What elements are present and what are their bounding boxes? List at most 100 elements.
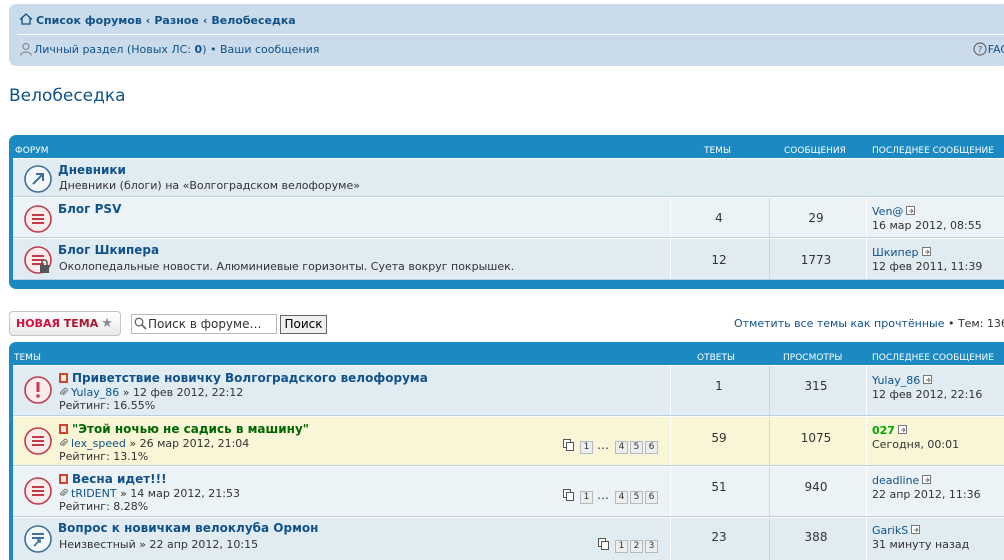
last-post-author[interactable]: Ven@ xyxy=(872,205,903,218)
topic-title[interactable]: Вопрос к новичкам велоклуба Ормон xyxy=(58,521,318,535)
pages-icon xyxy=(563,439,574,451)
last-post-time: 12 фев 2011, 11:39 xyxy=(872,260,983,273)
col-posts-header: СООБЩЕНИЯ xyxy=(784,146,846,156)
page-link[interactable]: 6 xyxy=(645,441,658,454)
col-divider xyxy=(769,417,770,465)
last-post: Ven@ 16 мар 2012, 08:55 xyxy=(872,205,982,233)
view-last-post-icon[interactable] xyxy=(921,247,932,257)
topic-sticky-icon xyxy=(24,427,52,455)
breadcrumb-forum-list[interactable]: Список форумов xyxy=(36,14,142,27)
page-link[interactable]: 3 xyxy=(645,540,658,553)
view-last-post-icon[interactable] xyxy=(906,206,916,216)
page-link[interactable]: 1 xyxy=(615,540,628,553)
bullet-separator: • xyxy=(210,43,217,56)
col-topics-header: ТЕМЫ xyxy=(704,146,731,156)
last-post-time: 16 мар 2012, 08:55 xyxy=(872,219,982,232)
mark-read-link[interactable]: Отметить все темы как прочтённые xyxy=(734,317,944,330)
view-last-post-icon[interactable] xyxy=(923,375,933,385)
last-post: deadline 22 апр 2012, 11:36 xyxy=(872,474,981,502)
page-link[interactable]: 1 xyxy=(580,441,593,454)
star-icon: ★ xyxy=(101,316,113,331)
forum-description: Околопедальные новости. Алюминиевые гори… xyxy=(59,260,515,273)
pages-ellipsis: … xyxy=(597,488,609,502)
last-post-author[interactable]: Yulay_86 xyxy=(872,374,920,387)
new-topic-button[interactable]: НОВАЯ ТЕМА ★ xyxy=(9,311,121,336)
topic-title-line: "Этой ночью не садись в машину" xyxy=(59,422,309,436)
search-button[interactable]: Поиск xyxy=(280,315,327,334)
topic-title[interactable]: Весна идет!!! xyxy=(72,472,167,486)
col-divider xyxy=(866,467,867,516)
forum-title[interactable]: Блог PSV xyxy=(58,202,121,216)
topic-author[interactable]: tRIDENT xyxy=(71,487,117,500)
view-last-post-icon[interactable] xyxy=(922,475,932,485)
col-divider xyxy=(670,467,671,516)
forum-title[interactable]: Дневники xyxy=(58,163,126,177)
page-link[interactable]: 2 xyxy=(630,540,643,553)
last-post-time: 12 фев 2012, 22:16 xyxy=(872,388,983,401)
topics-count: 4 xyxy=(715,211,723,225)
last-post-author[interactable]: 027 xyxy=(872,424,895,437)
user-icon xyxy=(19,42,33,56)
topic-author[interactable]: lex_speed xyxy=(71,437,126,450)
topic-rating: Рейтинг: 8.28% xyxy=(59,500,149,513)
page-link[interactable]: 4 xyxy=(615,491,628,504)
new-post-icon[interactable] xyxy=(59,373,68,383)
page-link[interactable]: 6 xyxy=(645,491,658,504)
forum-search-input[interactable]: Поиск в форуме… xyxy=(131,314,277,334)
page-link[interactable]: 4 xyxy=(615,441,628,454)
new-post-icon[interactable] xyxy=(59,474,68,484)
last-post-time: Сегодня, 00:01 xyxy=(872,438,960,451)
col-divider xyxy=(670,239,671,279)
personal-section-link[interactable]: Личный раздел xyxy=(34,43,123,56)
topic-meta: Yulay_86 » 12 фев 2012, 22:12 xyxy=(59,386,243,399)
home-icon[interactable] xyxy=(19,13,33,25)
page-link[interactable]: 5 xyxy=(630,441,643,454)
topic-date: » 22 апр 2012, 10:15 xyxy=(139,538,259,551)
views-count: 315 xyxy=(804,379,828,393)
new-pm-link[interactable]: (Новых ЛС: 0) xyxy=(127,43,207,56)
forum-title[interactable]: Блог Шкипера xyxy=(58,243,159,257)
topic-author[interactable]: Yulay_86 xyxy=(71,386,119,399)
breadcrumb-misc[interactable]: Разное xyxy=(154,14,199,27)
topic-row: Вопрос к новичкам велоклуба Ормон Неизве… xyxy=(13,517,1004,560)
redirect-forum-icon xyxy=(24,165,52,193)
page-link[interactable]: 5 xyxy=(630,491,643,504)
col-divider xyxy=(769,239,770,279)
topic-announcement-icon xyxy=(24,376,52,404)
forum-row-skipper: Блог Шкипера Околопедальные новости. Алю… xyxy=(13,238,1004,280)
last-post-author[interactable]: GarikS xyxy=(872,524,908,537)
col-last-header: ПОСЛЕДНЕЕ СООБЩЕНИЕ xyxy=(872,353,994,363)
pages-ellipsis: … xyxy=(597,438,609,452)
faq-link[interactable]: ? FAQ xyxy=(973,42,1004,56)
topic-title[interactable]: Приветствие новичку Волгоградского велоф… xyxy=(72,371,428,385)
navbar: Список форумов ‹ Разное ‹ Велобеседка Личный… xyxy=(9,4,1004,66)
col-divider xyxy=(866,518,867,560)
replies-count: 23 xyxy=(711,530,727,544)
topic-title[interactable]: "Этой ночью не садись в машину" xyxy=(72,422,309,436)
view-last-post-icon[interactable] xyxy=(911,525,921,535)
topic-row: Приветствие новичку Волгоградского велоф… xyxy=(13,365,1004,416)
col-replies-header: ОТВЕТЫ xyxy=(697,353,735,363)
col-views-header: ПРОСМОТРЫ xyxy=(783,353,843,363)
page-title[interactable]: Велобеседка xyxy=(9,86,126,106)
col-divider xyxy=(866,366,867,415)
posts-count: 1773 xyxy=(800,253,832,267)
topic-row: Весна идет!!! tRIDENT » 14 мар 2012, 21:… xyxy=(13,466,1004,517)
last-post-author[interactable]: Шкипер xyxy=(872,246,919,259)
replies-count: 59 xyxy=(711,431,727,445)
attachment-icon xyxy=(59,488,68,497)
your-posts-link[interactable]: Ваши сообщения xyxy=(220,43,319,56)
new-post-icon[interactable] xyxy=(59,424,68,434)
topics-table: ТЕМЫ ОТВЕТЫ ПРОСМОТРЫ ПОСЛЕДНЕЕ СООБЩЕНИ… xyxy=(9,342,1004,560)
last-post-author[interactable]: deadline xyxy=(872,474,919,487)
topic-pagination: 123 xyxy=(598,538,658,553)
col-divider xyxy=(769,198,770,237)
page-link[interactable]: 1 xyxy=(580,491,593,504)
forum-row-psv: Блог PSV 4 29 Ven@ 16 мар 2012, 08:55 xyxy=(13,197,1004,238)
view-last-post-icon[interactable] xyxy=(897,425,908,435)
views-count: 940 xyxy=(804,480,828,494)
help-icon: ? xyxy=(973,42,987,56)
breadcrumb-velobesedka[interactable]: Велобеседка xyxy=(211,14,295,27)
topics-header: ТЕМЫ ОТВЕТЫ ПРОСМОТРЫ ПОСЛЕДНЕЕ СООБЩЕНИ… xyxy=(13,346,1004,365)
col-divider xyxy=(670,198,671,237)
